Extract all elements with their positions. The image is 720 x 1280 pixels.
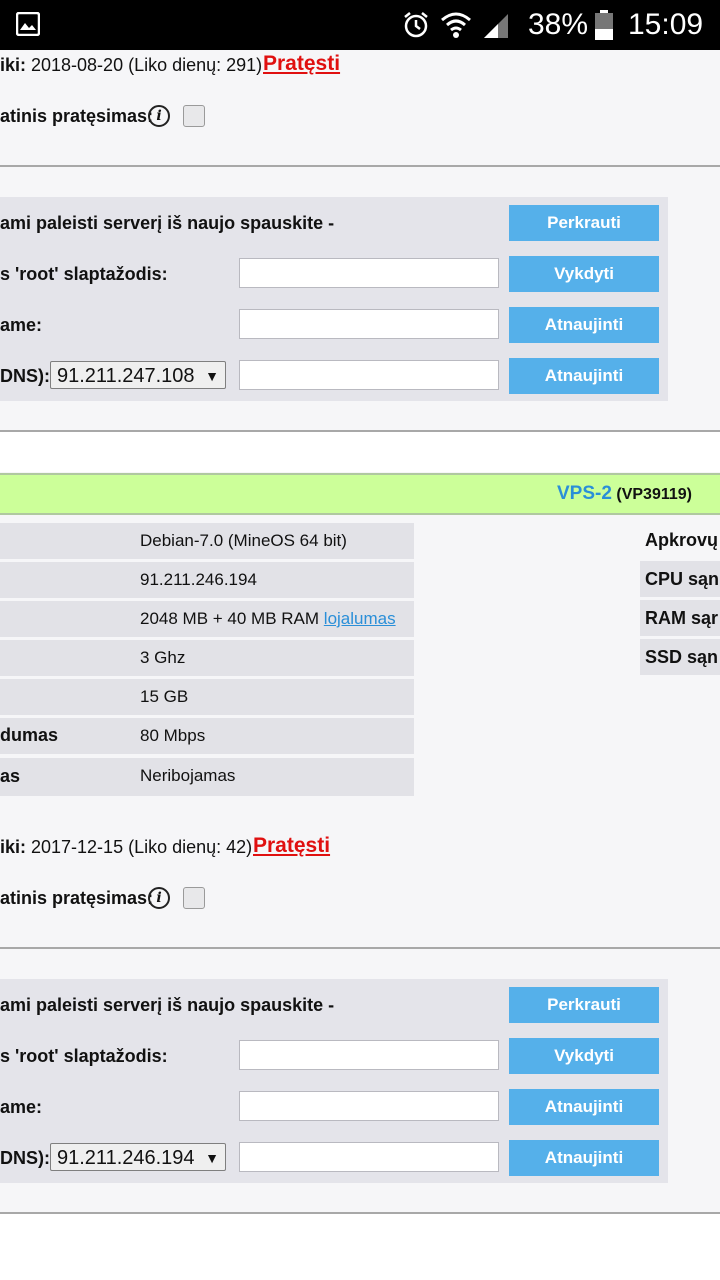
vps2-auto-renew-label: atinis pratęsimas: [0,888,154,908]
vps1-rdns-input[interactable] [239,360,499,390]
spec-value: 80 Mbps [140,726,206,745]
spec-value: 2048 MB + 40 MB RAM lojalumas [140,609,396,629]
spec-value: 15 GB [140,687,189,706]
vps2-expiry-label: iki: [0,837,27,857]
spec-value: 3 Ghz [140,648,186,667]
spec-value: Neribojamas [140,766,236,785]
vps1-hostname-input[interactable] [239,309,499,339]
info-icon[interactable]: i [148,887,170,909]
vps1-auto-renew-checkbox[interactable] [183,105,205,127]
divider [0,947,720,949]
load-label: Apkrovų [645,530,719,550]
ram-value: 2048 MB + 40 MB RAM [140,609,320,628]
vps2-rdns-button[interactable]: Atnaujinti [509,1140,659,1176]
spec-label: as [0,766,21,786]
spacer-band [0,1214,720,1280]
vps2-rdns-input[interactable] [239,1142,499,1172]
signal-icon [482,12,510,40]
vps2-root-password-input[interactable] [239,1040,499,1070]
vps2-hostname-input[interactable] [239,1091,499,1121]
info-icon[interactable]: i [148,105,170,127]
vps2-rdns-selected: 91.211.246.194 [57,1147,195,1169]
gallery-icon [15,11,41,37]
vps1-hostname-label: ame: [0,315,43,335]
clock: 15:09 [628,8,704,41]
dropdown-arrow-icon: ▼ [205,1150,219,1166]
vps1-rdns-selected: 91.211.247.108 [57,365,195,387]
vps1-rdns-button[interactable]: Atnaujinti [509,358,659,394]
vps1-hostname-button[interactable]: Atnaujinti [509,307,659,343]
spec-value: 91.211.246.194 [140,570,257,589]
alarm-icon [402,11,430,39]
vps2-restart-label: ami paleisti serverį iš naujo spauskite … [0,995,335,1015]
dropdown-arrow-icon: ▼ [205,368,219,384]
vps2-code: (VP39119) [616,486,692,503]
vps1-renew-link[interactable]: Pratęsti [263,52,340,76]
battery-percent: 38% [528,8,589,41]
vps1-expiry-label: iki: [0,55,27,75]
vps1-root-label: s 'root' slaptažodis: [0,264,168,284]
load-label: SSD sąn [645,647,719,667]
vps2-root-button[interactable]: Vykdyti [509,1038,659,1074]
vps1-restart-label: ami paleisti serverį iš naujo spauskite … [0,213,335,233]
spec-row [0,679,414,715]
vps2-hostname-button[interactable]: Atnaujinti [509,1089,659,1125]
vps2-title: VPS-2 (VP39119) [557,483,692,505]
battery-icon [594,10,614,40]
spec-label: dumas [0,725,59,745]
vps2-auto-renew-checkbox[interactable] [183,887,205,909]
vps2-hostname-label: ame: [0,1097,43,1117]
spec-value: Debian-7.0 (MineOS 64 bit) [140,531,347,550]
vps1-root-password-input[interactable] [239,258,499,288]
spec-row [0,718,414,754]
status-bar: 38% 15:09 [0,0,720,50]
vps2-rdns-select[interactable]: 91.211.246.194 ▼ [50,1143,226,1171]
wifi-icon [440,10,472,40]
vps1-rdns-select[interactable]: 91.211.247.108 ▼ [50,361,226,389]
vps2-rdns-label: DNS): [0,1148,50,1168]
vps1-restart-button[interactable]: Perkrauti [509,205,659,241]
vps2-root-label: s 'root' slaptažodis: [0,1046,168,1066]
vps2-restart-button[interactable]: Perkrauti [509,987,659,1023]
vps2-renew-link[interactable]: Pratęsti [253,834,330,858]
vps1-expiry-value: 2018-08-20 (Liko dienų: 291) [31,55,263,75]
vps1-rdns-label: DNS): [0,366,50,386]
vps1-root-button[interactable]: Vykdyti [509,256,659,292]
vps2-name[interactable]: VPS-2 [557,483,612,504]
vps2-expiry-value: 2017-12-15 (Liko dienų: 42) [31,837,253,857]
spacer-band [0,432,720,472]
loyalty-link[interactable]: lojalumas [324,609,396,628]
load-label: RAM sąr [645,608,719,628]
spec-row [0,640,414,676]
divider [0,165,720,167]
vps1-auto-renew-label: atinis pratęsimas: [0,106,154,126]
load-label: CPU sąn [645,569,720,589]
